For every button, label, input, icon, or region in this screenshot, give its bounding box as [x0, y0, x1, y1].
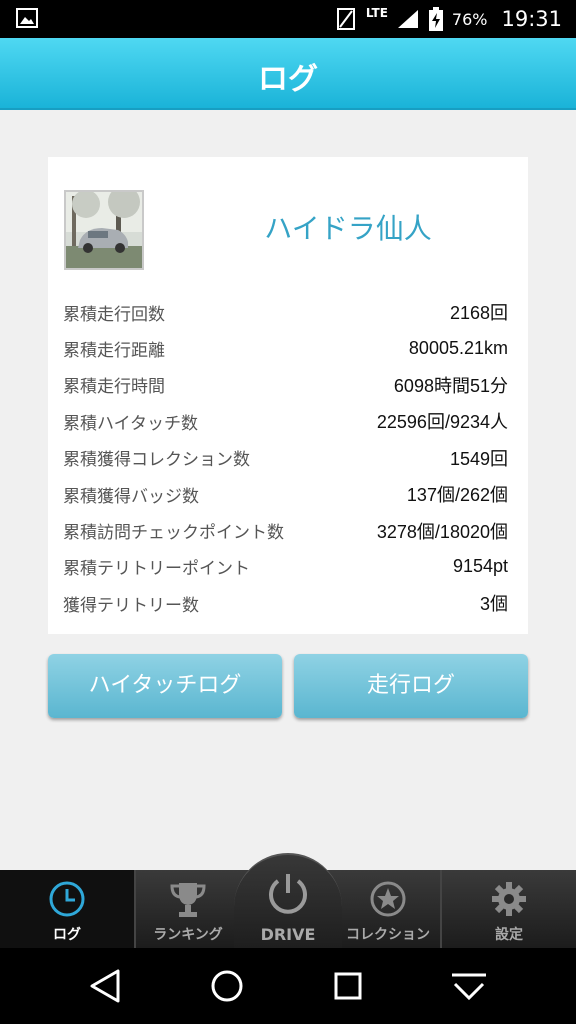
tab-settings[interactable]: 設定 [440, 870, 576, 948]
stat-row: 累積獲得コレクション数 1549回 [63, 440, 508, 476]
tab-label: ランキング [153, 927, 223, 943]
stat-row: 累積ハイタッチ数 22596回/9234人 [63, 403, 508, 439]
stat-value: 80005.21km [408, 338, 508, 359]
stat-label: 獲得テリトリー数 [63, 595, 199, 616]
page-title: ログ [258, 62, 318, 97]
recent-square-icon[interactable] [328, 966, 368, 1006]
avatar [64, 190, 144, 270]
stat-row: 獲得テリトリー数 3個 [63, 585, 508, 621]
stat-value: 1549回 [449, 448, 508, 469]
power-icon [269, 874, 307, 914]
stat-label: 累積ハイタッチ数 [63, 413, 198, 434]
stat-label: 累積走行回数 [63, 304, 165, 325]
app-header: ログ [0, 38, 576, 110]
battery-percent: 76% [451, 9, 488, 29]
stat-row: 累積獲得バッジ数 137個/262個 [63, 476, 508, 512]
hitouch-log-button[interactable]: ハイタッチログ [48, 654, 282, 718]
tab-ranking[interactable]: ランキング [138, 870, 238, 948]
stats-list: 累積走行回数 2168回 累積走行距離 80005.21km 累積走行時間 60… [63, 294, 508, 622]
stat-value: 6098時間51分 [393, 375, 508, 396]
stat-label: 累積走行距離 [63, 341, 165, 362]
battery-charging-icon [428, 7, 443, 31]
stat-value: 22596回/9234人 [376, 412, 508, 433]
signal-off-icon [336, 8, 355, 30]
home-circle-icon[interactable] [207, 966, 247, 1006]
stat-label: 累積獲得コレクション数 [63, 450, 250, 471]
trophy-icon [170, 883, 206, 917]
tab-label: DRIVE [260, 925, 316, 944]
tab-log[interactable]: ログ [0, 870, 136, 948]
stat-label: 累積訪問チェックポイント数 [63, 523, 284, 544]
stat-value: 9154pt [452, 556, 508, 577]
stat-value: 3278個/18020個 [376, 521, 508, 542]
dropdown-icon[interactable] [449, 966, 489, 1006]
back-triangle-icon[interactable] [86, 966, 126, 1006]
cell-signal-icon [397, 10, 418, 28]
clock: 19:31 [501, 7, 562, 31]
stat-label: 累積獲得バッジ数 [63, 486, 199, 507]
stat-value: 137個/262個 [406, 485, 508, 506]
tab-collection[interactable]: コレクション [338, 870, 438, 948]
profile-card: ハイドラ仙人 累積走行回数 2168回 累積走行距離 80005.21km 累積… [48, 157, 528, 634]
tab-label: コレクション [346, 927, 430, 943]
tab-label: 設定 [495, 927, 523, 943]
stat-label: 累積テリトリーポイント [63, 559, 250, 580]
network-type: LTE [365, 6, 388, 20]
stat-row: 累積走行回数 2168回 [63, 294, 508, 330]
stat-label: 累積走行時間 [63, 377, 165, 398]
clock-icon [49, 881, 85, 917]
stat-row: 累積走行時間 6098時間51分 [63, 367, 508, 403]
status-bar: LTE 76% 19:31 [0, 0, 576, 38]
stat-value: 2168回 [449, 303, 508, 324]
user-name: ハイドラ仙人 [264, 212, 432, 245]
stat-row: 累積テリトリーポイント 9154pt [63, 549, 508, 585]
drive-log-button[interactable]: 走行ログ [294, 654, 528, 718]
drive-button[interactable]: DRIVE [234, 853, 342, 948]
tab-label: ログ [53, 927, 81, 943]
stat-row: 累積訪問チェックポイント数 3278個/18020個 [63, 512, 508, 548]
stat-value: 3個 [479, 594, 508, 615]
system-nav-bar [0, 948, 576, 1024]
image-notification-icon [16, 8, 38, 28]
stat-row: 累積走行距離 80005.21km [63, 330, 508, 366]
star-circle-icon [370, 881, 406, 917]
gear-icon [492, 882, 526, 916]
